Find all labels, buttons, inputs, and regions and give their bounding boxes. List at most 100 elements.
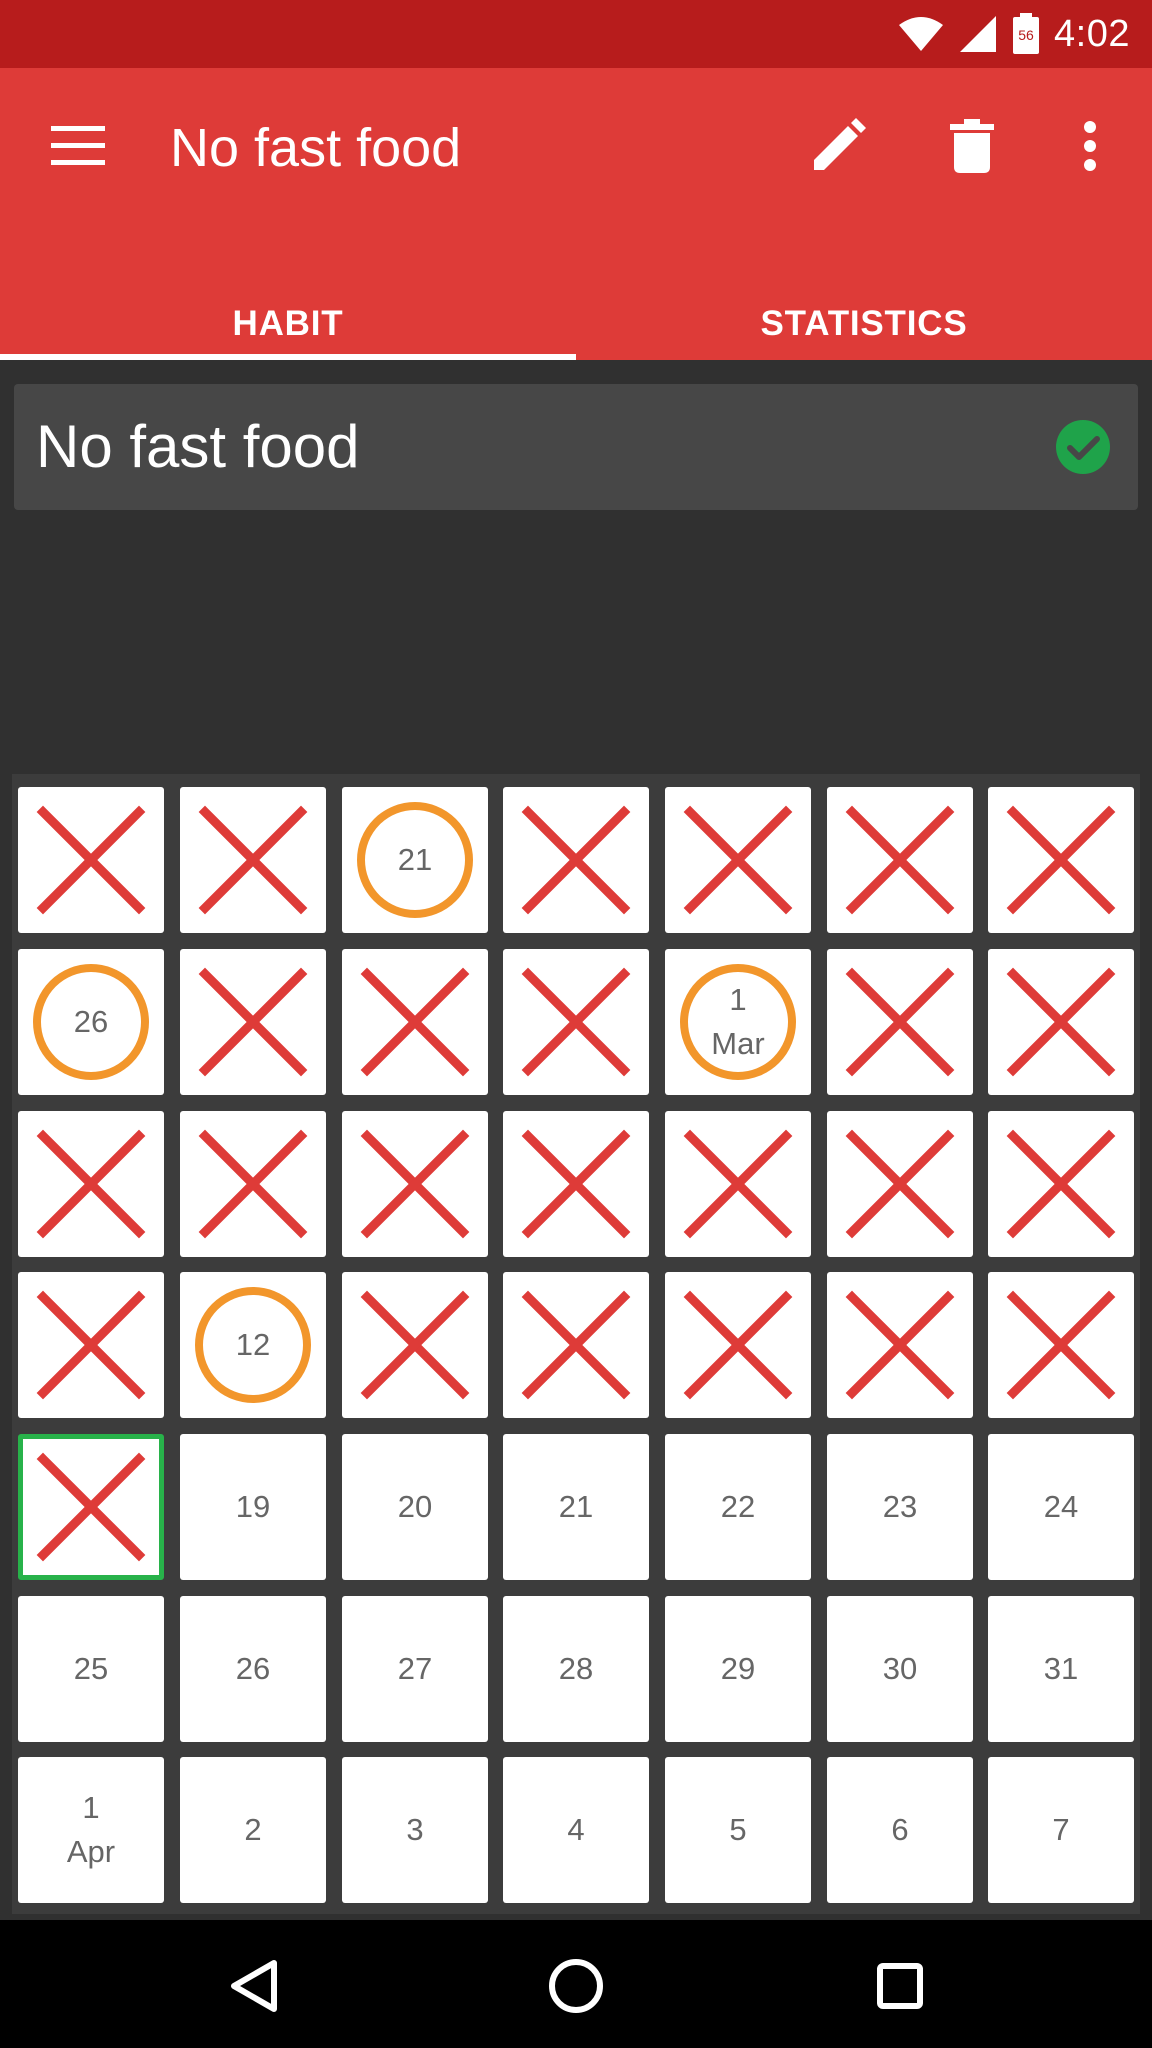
calendar-day[interactable]	[18, 787, 164, 933]
day-number: 27	[397, 1651, 433, 1686]
calendar-day[interactable]	[503, 949, 649, 1095]
calendar-day[interactable]	[180, 949, 326, 1095]
tab-statistics[interactable]: STATISTICS	[576, 288, 1152, 360]
calendar-day[interactable]: 20	[342, 1434, 488, 1580]
calendar-day[interactable]	[180, 787, 326, 933]
edit-button[interactable]	[798, 106, 878, 186]
day-number: 26	[235, 1651, 271, 1686]
day-number: 30	[882, 1651, 918, 1686]
calendar-day[interactable]	[665, 1272, 811, 1418]
calendar-day[interactable]	[988, 787, 1134, 933]
calendar-day[interactable]	[988, 1272, 1134, 1418]
check-circle-icon	[1056, 420, 1110, 474]
calendar-day-label: 7	[988, 1757, 1134, 1903]
recents-button[interactable]	[860, 1946, 940, 2026]
hamburger-menu-icon	[51, 126, 105, 165]
tab-bar: HABIT STATISTICS	[0, 288, 1152, 360]
calendar-day-label: 4	[503, 1757, 649, 1903]
calendar-day[interactable]: 24	[988, 1434, 1134, 1580]
calendar-day-label: 26	[180, 1596, 326, 1742]
day-number: 20	[397, 1489, 433, 1524]
calendar-day[interactable]: 21	[342, 787, 488, 933]
menu-button[interactable]	[40, 108, 116, 184]
calendar-day[interactable]	[827, 949, 973, 1095]
day-number: 5	[729, 1812, 747, 1847]
calendar-day[interactable]	[342, 1111, 488, 1257]
calendar-day[interactable]: 28	[503, 1596, 649, 1742]
day-number: 3	[406, 1812, 424, 1847]
calendar-day-label	[180, 949, 326, 1095]
calendar-day-label: 1 Apr	[18, 1757, 164, 1903]
calendar-day[interactable]	[988, 949, 1134, 1095]
delete-button[interactable]	[932, 106, 1012, 186]
trash-icon	[950, 119, 994, 173]
calendar-day[interactable]: 19	[180, 1434, 326, 1580]
day-number: 23	[882, 1489, 918, 1524]
tab-habit-label: HABIT	[232, 304, 344, 343]
calendar-day[interactable]	[18, 1111, 164, 1257]
calendar-day[interactable]: 31	[988, 1596, 1134, 1742]
day-number: 29	[720, 1651, 756, 1686]
calendar-day-today[interactable]	[18, 1434, 164, 1580]
calendar-day-label	[988, 787, 1134, 933]
calendar-day-label	[827, 1272, 973, 1418]
calendar-day-label	[18, 1111, 164, 1257]
calendar-day[interactable]	[503, 1111, 649, 1257]
calendar-day[interactable]: 21	[503, 1434, 649, 1580]
tab-statistics-label: STATISTICS	[760, 304, 968, 343]
calendar-day[interactable]: 7	[988, 1757, 1134, 1903]
calendar-day[interactable]: 2	[180, 1757, 326, 1903]
home-button[interactable]	[536, 1946, 616, 2026]
calendar-day[interactable]: 30	[827, 1596, 973, 1742]
calendar-day[interactable]	[665, 1111, 811, 1257]
calendar-day[interactable]: 23	[827, 1434, 973, 1580]
calendar-day[interactable]: 12	[180, 1272, 326, 1418]
calendar-day[interactable]	[180, 1111, 326, 1257]
calendar-day[interactable]: 27	[342, 1596, 488, 1742]
back-button[interactable]	[214, 1946, 294, 2026]
calendar-day-label: 31	[988, 1596, 1134, 1742]
calendar-day[interactable]: 25	[18, 1596, 164, 1742]
calendar-day[interactable]: 6	[827, 1757, 973, 1903]
calendar-day-label	[180, 1111, 326, 1257]
calendar-day[interactable]	[827, 1111, 973, 1257]
calendar-day[interactable]: 29	[665, 1596, 811, 1742]
calendar-day[interactable]	[988, 1111, 1134, 1257]
calendar-day[interactable]: 4	[503, 1757, 649, 1903]
calendar-day[interactable]	[342, 949, 488, 1095]
calendar-day[interactable]	[827, 1272, 973, 1418]
calendar-day[interactable]: 1 Mar	[665, 949, 811, 1095]
calendar-day[interactable]: 3	[342, 1757, 488, 1903]
more-options-button[interactable]	[1050, 106, 1130, 186]
day-number: 12	[235, 1327, 271, 1362]
calendar-day[interactable]: 26	[180, 1596, 326, 1742]
day-number: 1	[729, 982, 747, 1017]
day-number: 24	[1043, 1489, 1079, 1524]
calendar-day-label: 22	[665, 1434, 811, 1580]
battery-icon: 56	[1013, 13, 1040, 54]
calendar-day[interactable]	[503, 787, 649, 933]
calendar-day[interactable]: 26	[18, 949, 164, 1095]
calendar-day[interactable]	[503, 1272, 649, 1418]
calendar-day[interactable]: 1 Apr	[18, 1757, 164, 1903]
cell-signal-icon	[960, 16, 997, 52]
calendar-day-label	[665, 787, 811, 933]
calendar-day-label	[342, 1111, 488, 1257]
calendar-day[interactable]	[18, 1272, 164, 1418]
calendar-day-label	[180, 787, 326, 933]
calendar-day-label: 19	[180, 1434, 326, 1580]
calendar-day[interactable]	[342, 1272, 488, 1418]
battery-level: 56	[1018, 27, 1034, 43]
tab-habit[interactable]: HABIT	[0, 288, 576, 360]
calendar-day-label: 6	[827, 1757, 973, 1903]
tab-selected-indicator	[0, 354, 576, 360]
calendar-day[interactable]: 22	[665, 1434, 811, 1580]
calendar-day[interactable]	[827, 787, 973, 933]
calendar-day[interactable]	[665, 787, 811, 933]
calendar-day[interactable]: 5	[665, 1757, 811, 1903]
day-number: 21	[558, 1489, 594, 1524]
calendar-day-label: 27	[342, 1596, 488, 1742]
day-number: 21	[397, 842, 433, 877]
calendar-day-label: 29	[665, 1596, 811, 1742]
calendar-day-label: 24	[988, 1434, 1134, 1580]
